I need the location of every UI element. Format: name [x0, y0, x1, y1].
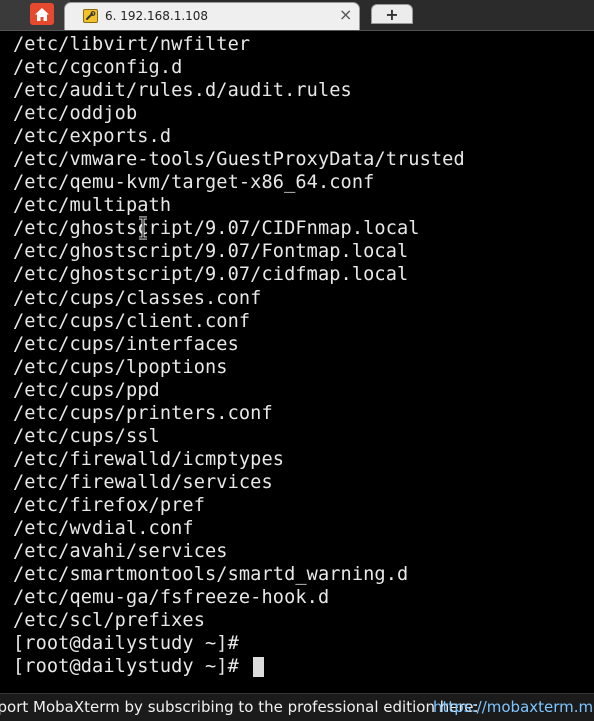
- plus-icon: +: [385, 4, 399, 24]
- shell-prompt: [root@dailystudy ~]#: [13, 656, 251, 678]
- terminal-line: /etc/cups/ppd: [13, 379, 160, 401]
- tab-session[interactable]: 6. 192.168.1.108 ×: [64, 2, 360, 30]
- status-bar: pport MobaXterm by subscribing to the pr…: [0, 693, 594, 721]
- terminal-line: /etc/multipath: [13, 195, 172, 217]
- terminal-line: /etc/firewalld/icmptypes: [13, 448, 285, 470]
- ibeam-cursor-icon: [139, 216, 147, 240]
- terminal-line: /etc/cups/ssl: [13, 425, 160, 447]
- home-button[interactable]: [30, 3, 54, 25]
- terminal-line: /etc/qemu-ga/fsfreeze-hook.d: [13, 587, 330, 609]
- terminal-line: /etc/oddjob: [13, 103, 138, 125]
- status-message: pport MobaXterm by subscribing to the pr…: [0, 698, 479, 716]
- terminal-line: /etc/vmware-tools/GuestProxyData/trusted: [13, 149, 465, 171]
- prompt-line[interactable]: [root@dailystudy ~]#: [13, 655, 588, 678]
- terminal-line: /etc/cups/client.conf: [13, 310, 251, 332]
- terminal-line: /etc/qemu-kvm/target-x86_64.conf: [13, 172, 375, 194]
- terminal-line: /etc/avahi/services: [13, 541, 228, 563]
- terminal-line: /etc/ghostscript/9.07/Fontmap.local: [13, 241, 409, 263]
- terminal-line: [root@dailystudy ~]#: [13, 633, 239, 655]
- terminal-line: /etc/ghostscript/9.07/CIDFnmap.local: [13, 218, 420, 240]
- home-tab[interactable]: [0, 0, 70, 30]
- terminal-line: /etc/ghostscript/9.07/cidfmap.local: [13, 264, 409, 286]
- tab-bar: 6. 192.168.1.108 × +: [0, 0, 594, 31]
- pro-edition-link[interactable]: https://mobaxterm.moba: [433, 694, 594, 721]
- terminal-line: /etc/smartmontools/smartd_warning.d: [13, 564, 409, 586]
- terminal-line: /etc/firewalld/services: [13, 471, 273, 493]
- terminal-line: /etc/libvirt/nwfilter: [13, 34, 251, 55]
- terminal-line: /etc/wvdial.conf: [13, 517, 194, 539]
- terminal-line: /etc/cups/lpoptions: [13, 356, 228, 378]
- close-tab-icon[interactable]: ×: [339, 6, 352, 24]
- terminal-line: /etc/cups/printers.conf: [13, 402, 273, 424]
- session-tab-title: 6. 192.168.1.108: [105, 9, 209, 23]
- text-cursor: [253, 656, 265, 677]
- wrench-icon: [83, 9, 98, 23]
- terminal-line: /etc/exports.d: [13, 126, 172, 148]
- terminal-line: /etc/audit/rules.d/audit.rules: [13, 80, 352, 102]
- new-tab-button[interactable]: +: [371, 4, 413, 24]
- terminal-line: /etc/scl/prefixes: [13, 610, 206, 632]
- terminal-output[interactable]: /etc/libvirt/nwfilter /etc/cgconfig.d /e…: [13, 33, 588, 683]
- terminal-line: /etc/cups/classes.conf: [13, 287, 262, 309]
- home-icon: [35, 7, 49, 21]
- terminal-line: /etc/cgconfig.d: [13, 57, 183, 79]
- terminal-line: /etc/cups/interfaces: [13, 333, 239, 355]
- terminal-line: /etc/firefox/pref: [13, 494, 206, 516]
